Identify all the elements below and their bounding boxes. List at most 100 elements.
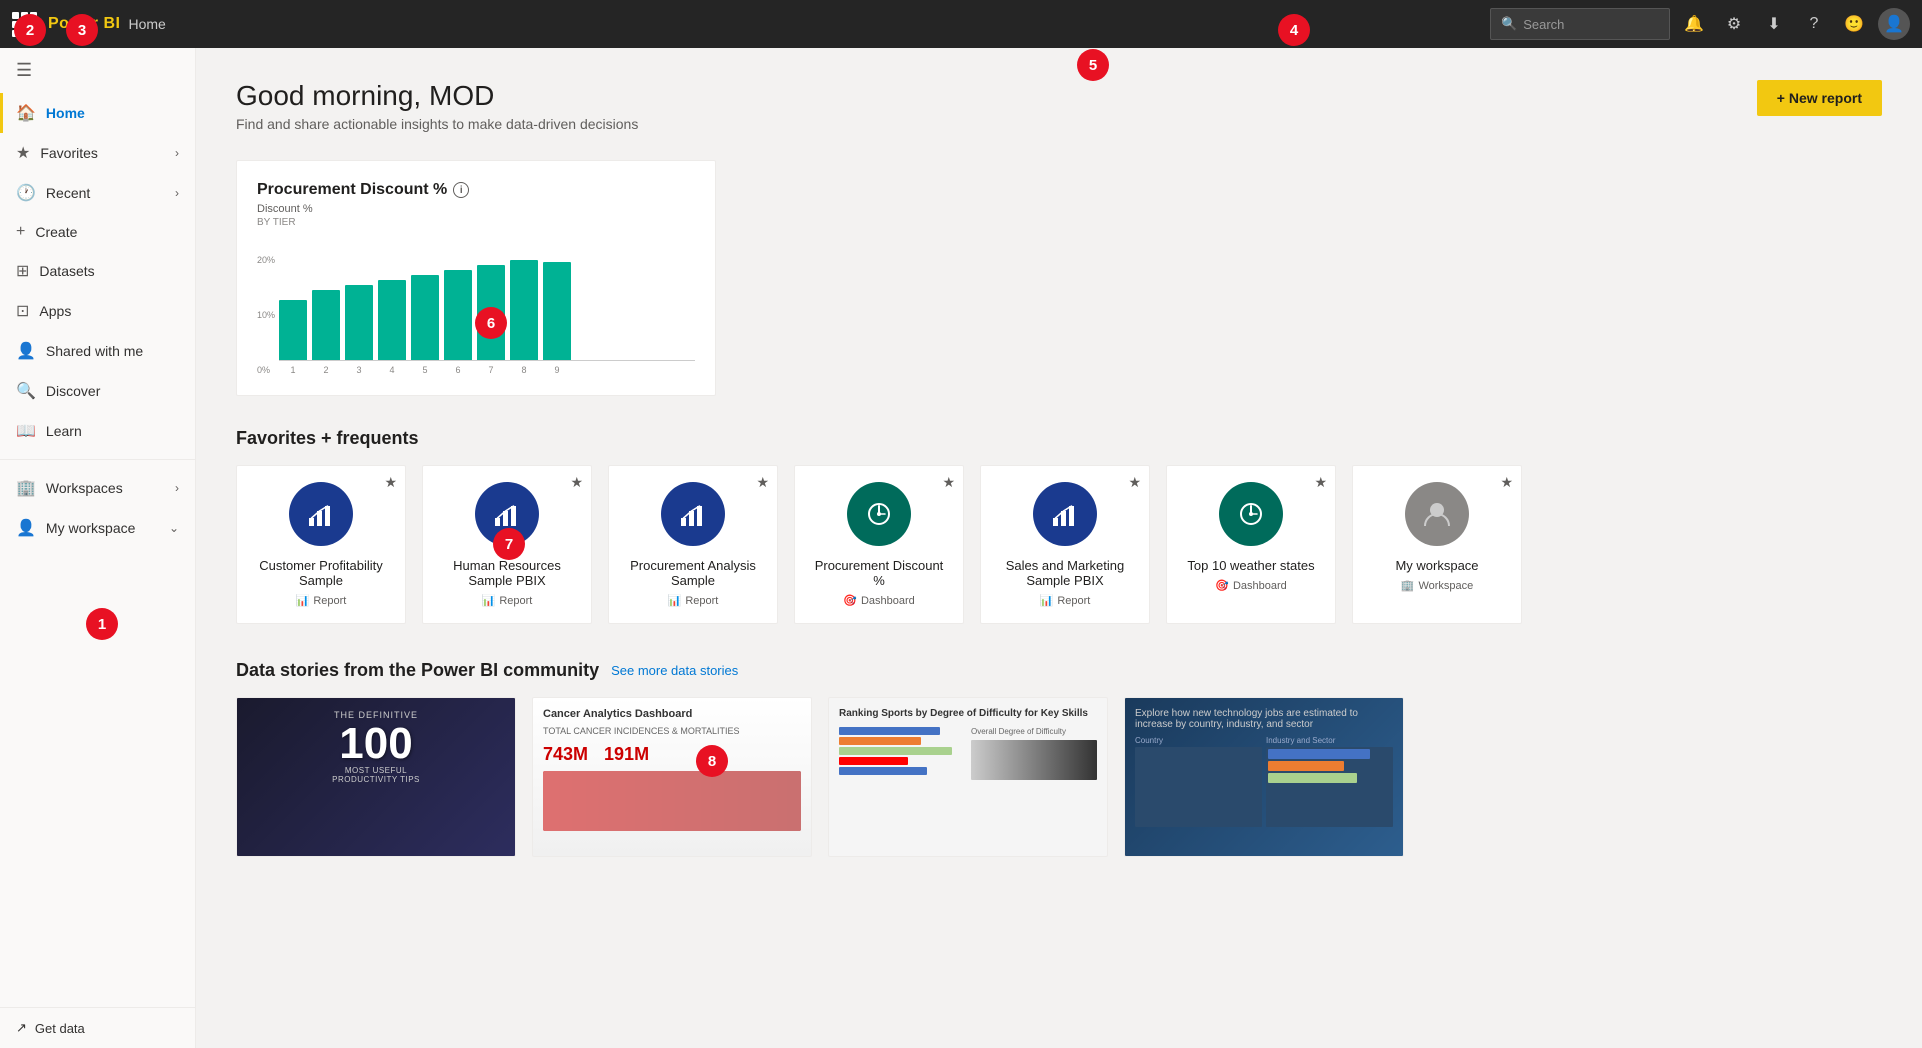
fav-icon-circle bbox=[1405, 482, 1469, 546]
my-workspace-icon: 👤 bbox=[16, 518, 36, 538]
brand-logo: Power BI bbox=[48, 15, 120, 33]
story-card-story-cancer[interactable]: Cancer Analytics Dashboard TOTAL CANCER … bbox=[532, 697, 812, 857]
sidebar-item-shared[interactable]: 👤 Shared with me bbox=[0, 331, 195, 371]
x-axis-label: 3 bbox=[345, 365, 373, 375]
favorite-star-icon[interactable]: ★ bbox=[1128, 474, 1141, 491]
chart-bar[interactable] bbox=[312, 290, 340, 360]
fav-item-name: My workspace bbox=[1395, 558, 1478, 573]
info-icon[interactable]: i bbox=[453, 182, 469, 198]
chart-title-text: Procurement Discount % bbox=[257, 181, 447, 199]
bars-container bbox=[279, 240, 695, 360]
chart-bar[interactable] bbox=[279, 300, 307, 360]
user-avatar[interactable]: 👤 bbox=[1878, 8, 1910, 40]
settings-icon[interactable]: ⚙ bbox=[1718, 8, 1750, 40]
chart-bar[interactable] bbox=[510, 260, 538, 360]
fav-icon-circle bbox=[475, 482, 539, 546]
get-data-icon: ↗ bbox=[16, 1020, 27, 1036]
x-axis-label: 2 bbox=[312, 365, 340, 375]
fav-icon-circle bbox=[1219, 482, 1283, 546]
download-icon[interactable]: ⬇ bbox=[1758, 8, 1790, 40]
fav-card-procurement-discount[interactable]: ★ Procurement Discount % 🎯 Dashboard bbox=[794, 465, 964, 624]
home-icon: 🏠 bbox=[16, 103, 36, 123]
greeting-block: Good morning, MOD Find and share actiona… bbox=[236, 80, 638, 132]
story-card-story-100[interactable]: THE DEFINITIVE 100 MOST USEFUL PRODUCTIV… bbox=[236, 697, 516, 857]
fav-card-sales-marketing[interactable]: ★ Sales and Marketing Sample PBIX📊 Repor… bbox=[980, 465, 1150, 624]
fav-icon-circle bbox=[661, 482, 725, 546]
chart-bar[interactable] bbox=[444, 270, 472, 360]
x-axis-label: 5 bbox=[411, 365, 439, 375]
fav-card-human-resources[interactable]: ★ Human Resources Sample PBIX📊 Report bbox=[422, 465, 592, 624]
chart-bar[interactable] bbox=[345, 285, 373, 360]
favorites-section-title: Favorites + frequents bbox=[236, 428, 1882, 449]
stories-section: Data stories from the Power BI community… bbox=[236, 660, 1882, 857]
sidebar-item-favorites[interactable]: ★ Favorites › bbox=[0, 133, 195, 173]
fav-icon-circle bbox=[847, 482, 911, 546]
fav-item-type: 🎯 Dashboard bbox=[843, 594, 915, 607]
fav-card-my-workspace-card[interactable]: ★ My workspace 🏢 Workspace bbox=[1352, 465, 1522, 624]
chevron-down-icon-my-workspace: ⌄ bbox=[169, 521, 179, 535]
favorite-star-icon[interactable]: ★ bbox=[1314, 474, 1327, 491]
chart-bar[interactable] bbox=[411, 275, 439, 360]
fav-card-customer-profitability[interactable]: ★ Customer Profitability Sample📊 Report bbox=[236, 465, 406, 624]
stories-grid: THE DEFINITIVE 100 MOST USEFUL PRODUCTIV… bbox=[236, 697, 1882, 857]
story-card-story-tech[interactable]: Explore how new technology jobs are esti… bbox=[1124, 697, 1404, 857]
sidebar-item-apps[interactable]: ⊡ Apps bbox=[0, 291, 195, 331]
workspaces-icon: 🏢 bbox=[16, 478, 36, 498]
fav-card-procurement-analysis[interactable]: ★ Procurement Analysis Sample📊 Report bbox=[608, 465, 778, 624]
x-axis-label: 8 bbox=[510, 365, 538, 375]
fav-item-name: Human Resources Sample PBIX bbox=[439, 558, 575, 588]
fav-card-weather-states[interactable]: ★ Top 10 weather states🎯 Dashboard bbox=[1166, 465, 1336, 624]
sidebar-item-datasets[interactable]: ⊞ Datasets bbox=[0, 251, 195, 291]
chart-by-tier: BY TIER bbox=[257, 217, 695, 228]
chart-bar[interactable] bbox=[543, 262, 571, 360]
favorites-grid: ★ Customer Profitability Sample📊 Report★… bbox=[236, 465, 1882, 624]
favorite-star-icon[interactable]: ★ bbox=[384, 474, 397, 491]
x-axis-label: 6 bbox=[444, 365, 472, 375]
get-data-button[interactable]: ↗ Get data bbox=[0, 1008, 195, 1048]
fav-item-name: Procurement Discount % bbox=[811, 558, 947, 588]
chart-bar[interactable] bbox=[477, 265, 505, 360]
sidebar-item-label-discover: Discover bbox=[46, 383, 100, 399]
type-icon: 🎯 bbox=[1215, 579, 1229, 592]
sidebar-item-label-my-workspace: My workspace bbox=[46, 520, 135, 536]
x-axis-label: 7 bbox=[477, 365, 505, 375]
notifications-icon[interactable]: 🔔 bbox=[1678, 8, 1710, 40]
sidebar-item-label-shared: Shared with me bbox=[46, 343, 143, 359]
grid-menu-icon[interactable] bbox=[12, 12, 36, 36]
story-card-story-sports[interactable]: Ranking Sports by Degree of Difficulty f… bbox=[828, 697, 1108, 857]
sidebar-item-label-learn: Learn bbox=[46, 423, 82, 439]
sidebar-toggle-button[interactable]: ☰ bbox=[0, 48, 195, 93]
chevron-right-icon-recent: › bbox=[175, 186, 179, 200]
sidebar-item-recent[interactable]: 🕐 Recent › bbox=[0, 173, 195, 213]
favorite-star-icon[interactable]: ★ bbox=[1500, 474, 1513, 491]
help-icon[interactable]: ? bbox=[1798, 8, 1830, 40]
fav-item-type: 📊 Report bbox=[668, 594, 719, 607]
fav-item-type: 🏢 Workspace bbox=[1401, 579, 1474, 592]
greeting-subtitle: Find and share actionable insights to ma… bbox=[236, 116, 638, 132]
favorite-star-icon[interactable]: ★ bbox=[756, 474, 769, 491]
favorite-star-icon[interactable]: ★ bbox=[570, 474, 583, 491]
fav-item-name: Top 10 weather states bbox=[1187, 558, 1314, 573]
chart-bar[interactable] bbox=[378, 280, 406, 360]
datasets-icon: ⊞ bbox=[16, 261, 29, 281]
chart-x-axis-line bbox=[279, 360, 695, 361]
search-box[interactable]: 🔍 bbox=[1490, 8, 1670, 40]
favorite-star-icon[interactable]: ★ bbox=[942, 474, 955, 491]
sidebar-item-create[interactable]: + Create bbox=[0, 213, 195, 251]
sidebar-item-learn[interactable]: 📖 Learn bbox=[0, 411, 195, 451]
emoji-icon[interactable]: 🙂 bbox=[1838, 8, 1870, 40]
sidebar-item-discover[interactable]: 🔍 Discover bbox=[0, 371, 195, 411]
sidebar-item-home[interactable]: 🏠 Home bbox=[0, 93, 195, 133]
fav-item-name: Sales and Marketing Sample PBIX bbox=[997, 558, 1133, 588]
main-content: Good morning, MOD Find and share actiona… bbox=[196, 48, 1922, 1048]
topbar-home-label[interactable]: Home bbox=[128, 16, 165, 32]
sidebar-item-label-favorites: Favorites bbox=[40, 145, 98, 161]
sidebar-item-workspaces[interactable]: 🏢 Workspaces › bbox=[0, 468, 195, 508]
sidebar-item-my-workspace[interactable]: 👤 My workspace ⌄ bbox=[0, 508, 195, 548]
search-input[interactable] bbox=[1523, 17, 1659, 32]
type-icon: 🏢 bbox=[1401, 579, 1415, 592]
discover-icon: 🔍 bbox=[16, 381, 36, 401]
see-more-link[interactable]: See more data stories bbox=[611, 663, 738, 678]
new-report-button[interactable]: + New report bbox=[1757, 80, 1882, 116]
x-labels-container: 123456789 bbox=[279, 365, 695, 375]
